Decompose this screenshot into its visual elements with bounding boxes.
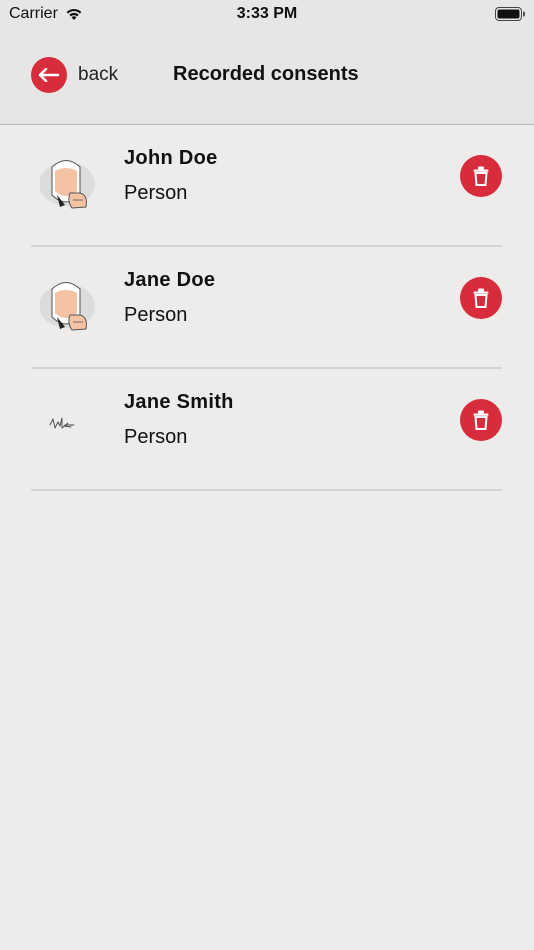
signature-icon [40,395,102,457]
battery-icon [495,7,526,27]
consent-list: John Doe Person Jane Doe Person Jane Smi… [0,125,534,491]
consent-name: Jane Doe [124,269,216,291]
trash-icon [473,410,489,430]
navigation-header: back Recorded consents [0,30,534,125]
back-arrow-icon [31,57,67,93]
consent-type: Person [124,304,188,326]
delete-button[interactable] [460,399,502,441]
status-time: 3:33 PM [236,5,298,22]
consent-type: Person [124,426,188,448]
back-label: back [78,64,119,85]
consent-name: Jane Smith [124,391,234,413]
person-avatar-icon [39,273,102,335]
page-title: Recorded consents [173,63,359,85]
status-bar: Carrier 3:33 PM [0,0,534,30]
consent-name: John Doe [124,147,218,169]
person-avatar-icon [39,151,102,213]
trash-icon [473,288,489,308]
consent-row[interactable]: John Doe Person [0,125,534,247]
delete-button[interactable] [460,155,502,197]
consent-row[interactable]: Jane Doe Person [0,247,534,369]
delete-button[interactable] [460,277,502,319]
consent-row[interactable]: Jane Smith Person [0,369,534,491]
consent-type: Person [124,182,188,204]
trash-icon [473,166,489,186]
back-button[interactable]: back [31,57,118,93]
